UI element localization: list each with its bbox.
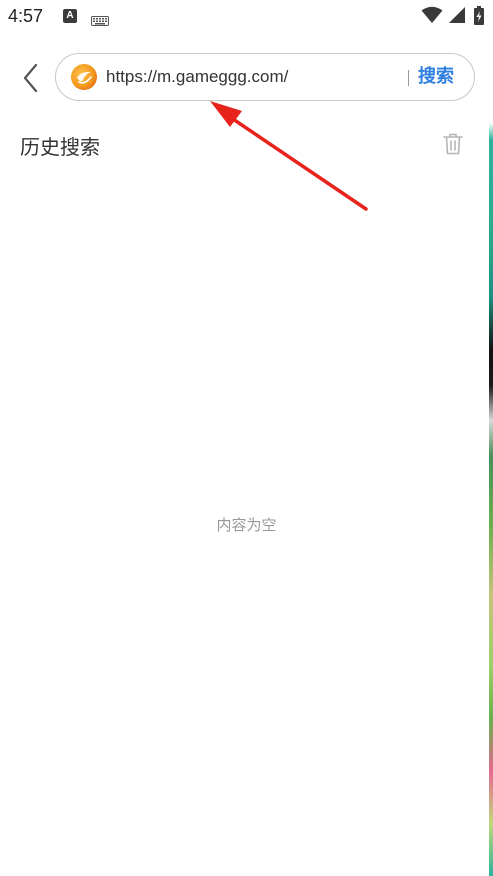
search-box[interactable]: 搜索 [55, 53, 475, 101]
url-input[interactable] [106, 62, 396, 92]
browser-logo-icon [70, 63, 98, 91]
clear-history-button[interactable] [443, 133, 463, 155]
status-time: 4:57 [8, 6, 44, 26]
empty-state-text: 内容为空 [216, 516, 277, 534]
chevron-left-icon [23, 63, 38, 93]
history-title: 历史搜索 [20, 135, 100, 159]
screen: 4:57 A https://m.gameggg.com/ 搜索 历史搜索 内容… [0, 0, 493, 876]
input-divider [408, 70, 409, 86]
search-button[interactable]: 搜索 [418, 64, 454, 90]
status-bar: 4:57 A [0, 0, 489, 36]
back-button[interactable] [18, 62, 44, 94]
battery-charging-icon [474, 6, 484, 29]
notification-a-icon: A [63, 9, 77, 23]
signal-icon [446, 6, 466, 28]
trash-icon [443, 133, 463, 155]
background-app-edge [489, 0, 493, 876]
annotation-arrow-icon [200, 95, 372, 217]
keyboard-icon [91, 11, 109, 30]
wifi-icon [421, 6, 443, 28]
